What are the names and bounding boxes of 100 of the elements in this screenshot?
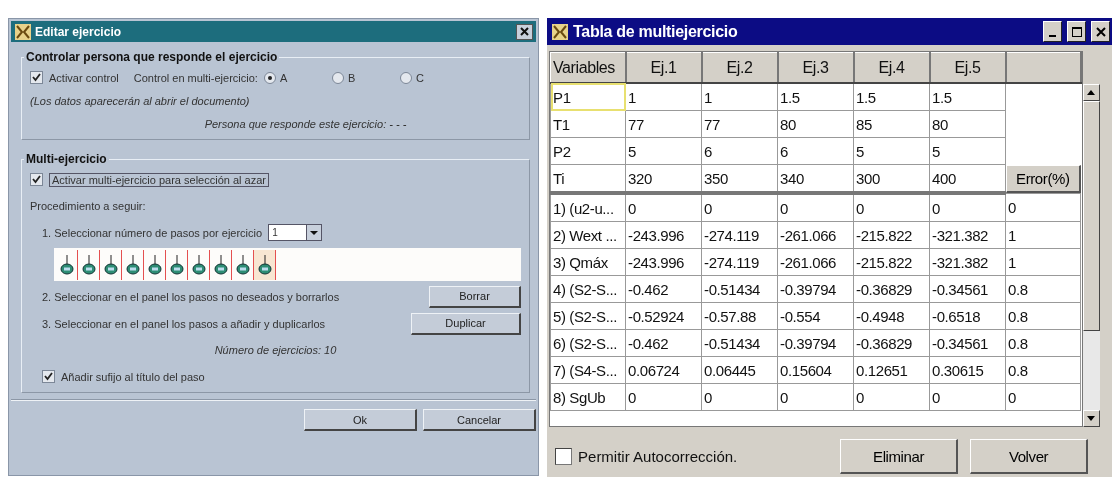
steps-dropdown[interactable]: 1 [268,224,323,241]
error-button[interactable]: Error(%) [1006,164,1081,193]
column-header[interactable]: Ej.4 [853,52,930,83]
column-header[interactable]: Ej.3 [777,52,854,83]
table-cell: 0.06724 [625,356,702,384]
table-cell[interactable]: 320 [625,164,702,193]
table-cell: -243.996 [625,221,702,249]
table-cell: -261.066 [777,248,854,276]
table-cell: 0 [1005,193,1081,222]
step-icon [235,252,250,277]
checkbox-label: Activar multi-ejercicio para selección al azar [49,172,269,187]
table-cell[interactable]: 80 [929,110,1006,138]
delete-button[interactable]: Borrar [429,285,522,308]
radio-label: C [415,71,424,84]
row-label[interactable]: P2 [550,137,626,165]
maximize-button[interactable] [1067,21,1086,42]
table-cell: 0.8 [1005,329,1081,357]
column-header[interactable]: Variables [550,52,626,83]
table-cell: -0.39794 [777,329,854,357]
dialog-button[interactable]: Ok [304,409,418,431]
table-cell: 0.06445 [701,356,778,384]
table-cell: 0 [625,383,702,411]
radio-button[interactable] [399,71,412,84]
table-cell: -215.822 [853,221,930,249]
row-label[interactable]: T1 [550,110,626,138]
table-cell[interactable]: 350 [701,164,778,193]
step-icon [191,252,206,277]
table-cell[interactable]: 1 [625,83,702,111]
table-cell: -0.52924 [625,302,702,330]
table-cell: -0.4948 [853,302,930,330]
row-label[interactable]: P1 [550,83,626,111]
table-cell[interactable]: 77 [625,110,702,138]
table-cell[interactable]: 1 [701,83,778,111]
table-cell: 0.30615 [929,356,1006,384]
close-icon [520,27,530,36]
table-cell: 0.12651 [853,356,930,384]
app-icon [14,22,32,41]
table-cell[interactable]: 5 [853,137,930,165]
column-header[interactable]: Ej.2 [701,52,778,83]
step-icon [213,252,228,277]
dialog-button[interactable]: Cancelar [423,409,537,431]
table-cell: -0.36829 [853,329,930,357]
table-cell[interactable]: 80 [777,110,854,138]
table-cell[interactable]: 5 [929,137,1006,165]
table-cell: 0.15604 [777,356,854,384]
table-cell[interactable]: 5 [625,137,702,165]
table-cell: -321.382 [929,221,1006,249]
table-cell: -274.119 [701,221,778,249]
table-cell: 0 [701,193,778,222]
table-cell[interactable]: 400 [929,164,1006,193]
radio-button[interactable] [331,71,344,84]
minimize-icon [1049,34,1056,37]
group-title: Multi-ejercicio [25,152,108,166]
step-icon [125,252,140,277]
table-cell: 0 [777,383,854,411]
maximize-icon [1071,26,1082,37]
column-header[interactable]: Ej.5 [929,52,1006,83]
row-label: 6) (S2-S... [550,329,626,357]
row-label: 4) (S2-S... [550,275,626,303]
table-cell: -321.382 [929,248,1006,276]
checkbox-label: Añadir sufijo al título del paso [61,370,205,383]
table-cell: 0.8 [1005,356,1081,384]
checkbox[interactable] [42,370,55,383]
instruction-text: 3. Seleccionar en el panel los pasos a añadir y duplicarlos [42,317,326,330]
table-cell[interactable]: 77 [701,110,778,138]
table-cell[interactable]: 1.5 [853,83,930,111]
column-header[interactable] [1005,52,1081,83]
table-cell[interactable]: 300 [853,164,930,193]
duplicate-button[interactable]: Duplicar [411,312,522,335]
step-icon [59,252,74,277]
close-button[interactable] [516,23,534,40]
column-header[interactable]: Ej.1 [625,52,702,83]
table-cell: 1 [1005,248,1081,276]
checkbox[interactable] [30,173,43,186]
table-cell[interactable]: 6 [701,137,778,165]
table-cell: -0.34561 [929,275,1006,303]
step-icon [103,252,118,277]
step-icon [81,252,96,277]
minimize-button[interactable] [1043,21,1062,42]
instruction-text: 1. Seleccionar número de pasos por ejercicio [42,226,263,239]
note-text: (Los datos aparecerán al abrir el documento) [30,94,250,107]
table-cell[interactable]: 340 [777,164,854,193]
step-item[interactable] [254,249,276,280]
window-button[interactable]: Eliminar [840,439,959,474]
checkbox[interactable] [555,448,573,465]
step-icon [147,252,162,277]
count-text: Número de ejercicios: 10 [214,344,337,356]
close-icon [1095,26,1106,37]
table-cell[interactable]: 1.5 [777,83,854,111]
checkbox[interactable] [30,71,43,84]
table-cell: 0 [701,383,778,411]
table-cell: 0 [625,193,702,222]
table-cell: -0.51434 [701,329,778,357]
table-cell[interactable]: 85 [853,110,930,138]
table-cell[interactable]: 6 [777,137,854,165]
radio-button[interactable] [263,71,276,84]
window-button[interactable]: Volver [970,439,1089,474]
table-cell[interactable]: 1.5 [929,83,1006,111]
group-title: Controlar persona que responde el ejercicio [25,50,279,64]
row-label[interactable]: Ti [550,164,626,193]
